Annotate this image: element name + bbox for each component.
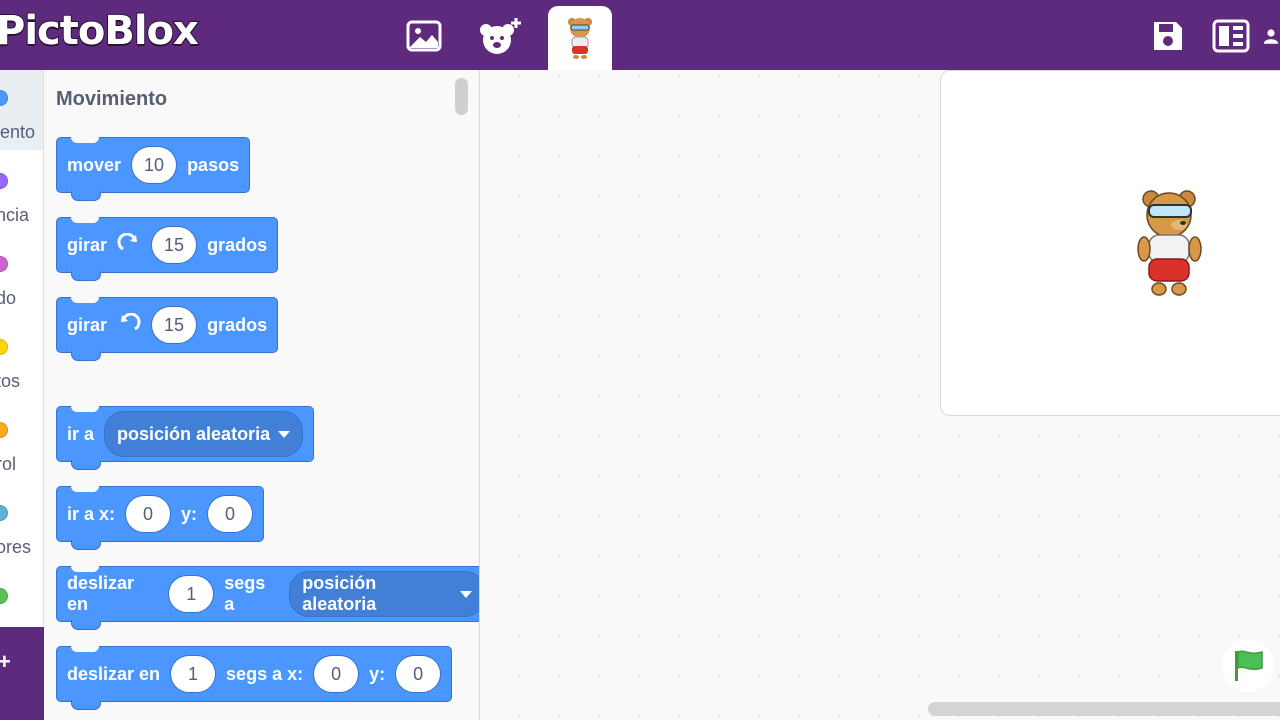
green-flag-button[interactable]: [1222, 640, 1274, 692]
block-label: mover: [67, 154, 122, 175]
block-go-to[interactable]: ir a posición aleatoria: [56, 406, 315, 470]
green-flag-icon: [1235, 650, 1263, 681]
dropdown-caret-icon: [278, 430, 291, 438]
dropdown-caret-icon: [460, 590, 472, 598]
menu-bar: PictoBlox: [0, 0, 1280, 70]
block-label: y:: [369, 663, 386, 684]
block-label: grados: [207, 234, 268, 255]
tab-sprite[interactable]: [548, 6, 612, 70]
degrees-input[interactable]: 15: [151, 226, 198, 264]
degrees-input[interactable]: 15: [151, 306, 198, 344]
bear-sprite[interactable]: [1135, 187, 1205, 297]
seconds-input[interactable]: 1: [168, 575, 215, 613]
category-label: tos: [0, 371, 21, 391]
category-motion[interactable]: iento: [0, 70, 43, 150]
x-input[interactable]: 0: [125, 495, 172, 533]
block-label: segs a: [224, 573, 266, 614]
block-label: deslizar en: [67, 573, 135, 614]
bear-sprite-icon: [568, 18, 592, 59]
category-label: ores: [0, 537, 32, 557]
block-label: girar: [67, 314, 108, 335]
palette-category-title: Movimiento: [56, 88, 168, 110]
block-label: girar: [67, 234, 108, 255]
stage[interactable]: [940, 70, 1280, 416]
block-move-steps[interactable]: mover 10 pasos: [56, 137, 251, 201]
category-motion-dot: [0, 90, 8, 106]
block-palette: Movimiento mover 10 pasos girar 15 grado…: [44, 70, 480, 720]
category-label: iento: [0, 122, 36, 142]
rotate-left-icon: [121, 313, 141, 331]
save-icon[interactable]: [1144, 12, 1192, 60]
dropdown-value: posición aleatoria: [117, 423, 271, 444]
workspace-horizontal-scrollbar[interactable]: [928, 702, 1280, 716]
y-input[interactable]: 0: [395, 655, 442, 693]
category-sound-dot: [0, 256, 8, 272]
block-turn-right[interactable]: girar 15 grados: [56, 217, 279, 281]
glide-target-dropdown[interactable]: posición aleatoria: [289, 571, 479, 617]
block-label: pasos: [187, 154, 240, 175]
block-label: ir a: [67, 423, 95, 444]
category-label: do: [0, 288, 17, 308]
palette-scrollbar[interactable]: [455, 78, 468, 115]
add-extension-icon: +: [0, 649, 11, 674]
go-to-target-dropdown[interactable]: posición aleatoria: [104, 411, 304, 457]
category-events[interactable]: tos: [0, 319, 43, 399]
category-label: ncia: [0, 205, 30, 225]
category-looks[interactable]: ncia: [0, 153, 43, 233]
block-glide-to-xy[interactable]: deslizar en 1 segs a x: 0 y: 0: [56, 646, 453, 710]
block-label: segs a x:: [226, 663, 304, 684]
account-icon[interactable]: [1262, 12, 1280, 60]
y-input[interactable]: 0: [207, 495, 254, 533]
x-input[interactable]: 0: [313, 655, 360, 693]
category-menu: iento ncia do tos rol ores: [0, 70, 44, 627]
steps-input[interactable]: 10: [131, 146, 178, 184]
block-go-to-xy[interactable]: ir a x: 0 y: 0: [56, 486, 265, 550]
block-label: ir a x:: [67, 503, 116, 524]
category-looks-dot: [0, 173, 8, 189]
category-operators[interactable]: [0, 568, 43, 627]
backdrop-icon[interactable]: [400, 12, 448, 60]
block-label: grados: [207, 314, 268, 335]
layout-icon[interactable]: [1207, 12, 1255, 60]
seconds-input[interactable]: 1: [170, 655, 217, 693]
category-operators-dot: [0, 588, 8, 604]
dropdown-value: posición aleatoria: [302, 573, 377, 614]
category-control[interactable]: rol: [0, 402, 43, 482]
block-turn-left[interactable]: girar 15 grados: [56, 297, 279, 361]
pictoblox-logo[interactable]: PictoBlox: [0, 7, 200, 55]
block-label: deslizar en: [67, 663, 161, 684]
category-label: rol: [0, 454, 17, 474]
add-extension-button[interactable]: +: [0, 627, 44, 720]
category-sensing-dot: [0, 505, 8, 521]
category-sensing[interactable]: ores: [0, 485, 43, 565]
add-sprite-icon[interactable]: [476, 12, 524, 60]
category-control-dot: [0, 422, 8, 438]
category-sound[interactable]: do: [0, 236, 43, 316]
category-events-dot: [0, 339, 8, 355]
block-glide-to[interactable]: deslizar en 1 segs a posición aleatoria: [56, 566, 479, 630]
block-label: y:: [181, 503, 198, 524]
rotate-right-icon: [117, 233, 138, 251]
